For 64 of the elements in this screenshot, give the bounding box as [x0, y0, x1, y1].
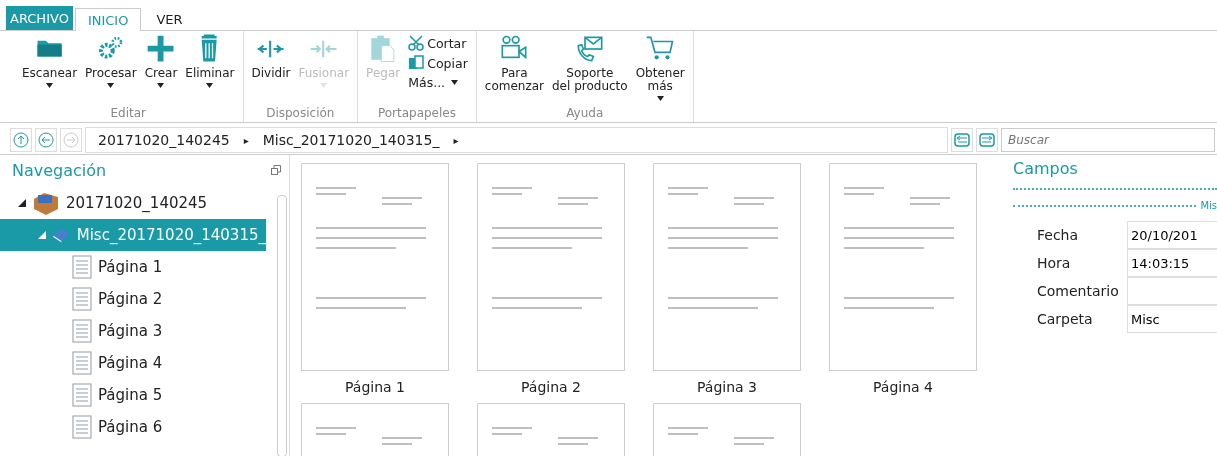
- ribbon-button[interactable]: Crear: [142, 34, 180, 105]
- breadcrumb-separator: ▸: [453, 134, 459, 146]
- group-label: Ayuda: [565, 105, 605, 122]
- breadcrumb-separator: ▸: [243, 134, 249, 146]
- ribbon-button[interactable]: Procesar: [83, 34, 139, 105]
- thumbnail-label: Página 2: [521, 379, 581, 397]
- panel-title: Campos: [1013, 159, 1079, 178]
- field-input[interactable]: 14:03:15: [1127, 249, 1217, 277]
- field-label: Hora: [1037, 254, 1072, 273]
- collapse-panel-button[interactable]: [951, 128, 973, 152]
- breadcrumb-item[interactable]: 20171020_140245: [98, 132, 230, 148]
- field-label: Fecha: [1037, 226, 1080, 245]
- up-button[interactable]: [10, 128, 32, 152]
- document-thumbnail[interactable]: [477, 163, 625, 371]
- group-label: Portapapeles: [376, 105, 457, 122]
- ribbon-small-button[interactable]: Cortar: [406, 34, 470, 52]
- forward-button[interactable]: [60, 128, 82, 152]
- back-button[interactable]: [35, 128, 57, 152]
- ribbon-icon: [146, 34, 176, 64]
- ribbon-small-button[interactable]: Más...: [406, 74, 470, 91]
- tree-item[interactable]: Página 5: [0, 379, 266, 411]
- copy-icon: [408, 55, 425, 71]
- group-label: Disposición: [265, 105, 336, 122]
- document-thumbnail[interactable]: [301, 163, 449, 371]
- tree-item[interactable]: Página 3: [0, 315, 266, 347]
- page-icon: [72, 287, 92, 311]
- tree-item[interactable]: Página 1: [0, 251, 266, 283]
- thumbnail-label: Página 4: [873, 379, 933, 397]
- tree-item[interactable]: Página 4: [0, 347, 266, 379]
- field-label: Comentario: [1037, 282, 1120, 301]
- group-label: Editar: [109, 105, 147, 122]
- field-input[interactable]: Misc: [1127, 305, 1217, 333]
- tree-item[interactable]: 20171020_140245: [0, 187, 266, 219]
- thumbnail-label: Página 3: [697, 379, 757, 397]
- ribbon-button[interactable]: Para comenzar: [482, 34, 546, 105]
- ribbon-button[interactable]: Dividir: [249, 34, 293, 105]
- restore-icon[interactable]: [271, 165, 281, 175]
- field-input[interactable]: 20/10/201: [1127, 221, 1217, 249]
- expander-icon[interactable]: [18, 199, 26, 207]
- ribbon-button[interactable]: Eliminar: [183, 34, 237, 105]
- ribbon-tab[interactable]: VER: [143, 7, 196, 30]
- expand-panel-button[interactable]: [976, 128, 998, 152]
- ribbon-button[interactable]: Soporte del producto: [550, 34, 630, 105]
- section-label: Mis: [1200, 200, 1217, 211]
- tree-item[interactable]: Página 2: [0, 283, 266, 315]
- page-icon: [72, 383, 92, 407]
- scrollbar[interactable]: [277, 195, 287, 456]
- thumbnail-label: Página 1: [345, 379, 405, 397]
- panel-title: Navegación: [12, 161, 107, 181]
- ribbon-button[interactable]: Escanear: [20, 34, 80, 105]
- search-field[interactable]: Buscar: [1001, 128, 1215, 152]
- tree-item[interactable]: Página 6: [0, 411, 266, 443]
- page-icon: [72, 351, 92, 375]
- page-icon: [72, 319, 92, 343]
- document-thumbnail[interactable]: [653, 163, 801, 371]
- page-icon: [72, 255, 92, 279]
- ribbon-button[interactable]: Obtener más: [633, 34, 687, 105]
- breadcrumb-item[interactable]: Misc_20171020_140315_: [262, 132, 440, 148]
- page-icon: [72, 415, 92, 439]
- ribbon-small-button[interactable]: Copiar: [406, 54, 470, 72]
- field-input[interactable]: [1127, 277, 1217, 305]
- scissors-icon: [408, 35, 425, 51]
- document-thumbnail[interactable]: [829, 163, 977, 371]
- field-label: Carpeta: [1037, 310, 1094, 329]
